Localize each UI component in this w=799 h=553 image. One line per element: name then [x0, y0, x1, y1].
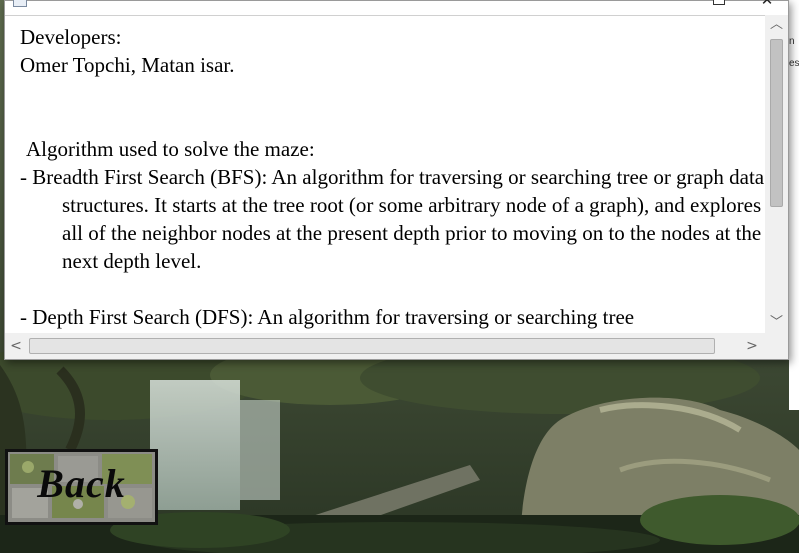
scroll-up-icon[interactable]: ︿: [765, 15, 788, 35]
scrollbar-corner: [765, 333, 788, 359]
vertical-scrollbar[interactable]: ︿ ﹀: [765, 15, 788, 333]
bfs-description: - Breadth First Search (BFS): An algorit…: [20, 165, 765, 273]
about-text-area[interactable]: Developers: Omer Topchi, Matan isar. Alg…: [20, 23, 765, 333]
vertical-scroll-thumb[interactable]: [770, 39, 783, 207]
developers-names: Omer Topchi, Matan isar.: [20, 53, 235, 77]
back-button[interactable]: Back: [5, 449, 158, 525]
developers-heading: Developers:: [20, 25, 122, 49]
info-window: ✕ Developers: Omer Topchi, Matan isar. A…: [4, 0, 789, 360]
scroll-right-icon[interactable]: >: [741, 333, 763, 359]
edge-text-top: n: [789, 36, 795, 47]
horizontal-scroll-thumb[interactable]: [29, 338, 715, 354]
close-icon[interactable]: ✕: [759, 0, 775, 9]
scroll-down-icon[interactable]: ﹀: [765, 313, 788, 333]
algorithm-heading: Algorithm used to solve the maze:: [26, 137, 315, 161]
background-window-edge: n es: [789, 0, 799, 410]
title-bar[interactable]: ✕: [5, 0, 788, 16]
horizontal-scrollbar[interactable]: < >: [5, 333, 765, 359]
app-icon: [13, 0, 27, 7]
dfs-description: - Depth First Search (DFS): An algorithm…: [20, 305, 635, 329]
back-button-label: Back: [37, 461, 126, 506]
edge-text-mid: es: [789, 58, 799, 69]
scroll-left-icon[interactable]: <: [5, 333, 27, 359]
maximize-button[interactable]: [713, 0, 725, 5]
